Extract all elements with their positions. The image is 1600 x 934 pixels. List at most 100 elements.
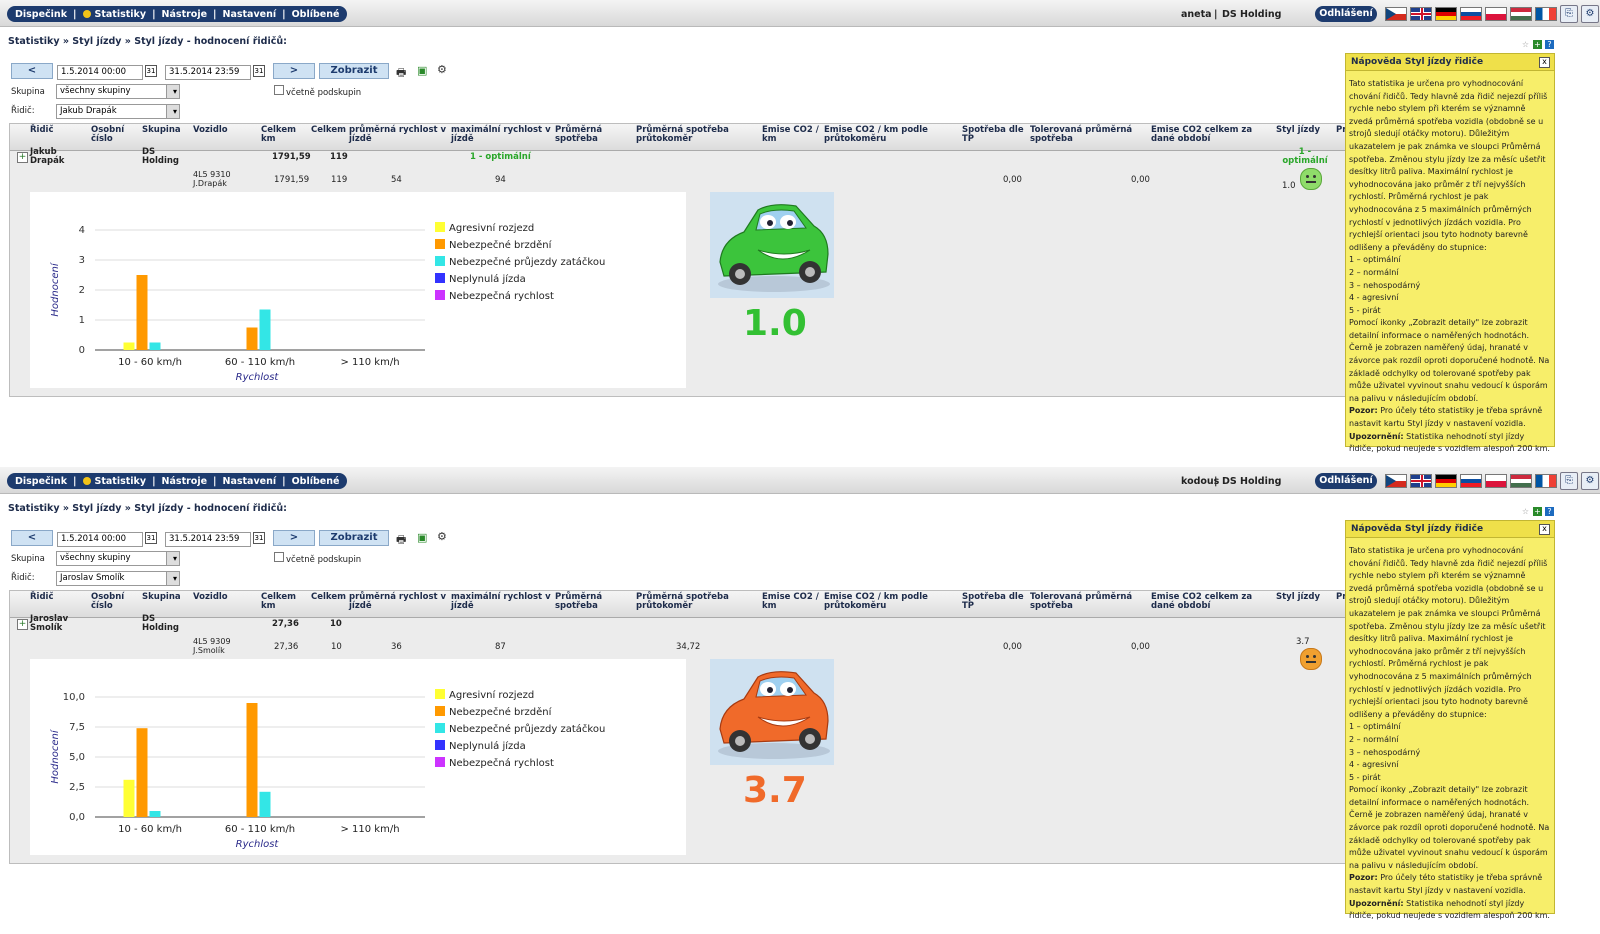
prev-period-button[interactable]: < [11, 63, 53, 79]
next-period-button[interactable]: > [273, 63, 315, 79]
col-spotreba-tp[interactable]: Spotřeba dle TP [962, 126, 1028, 144]
sub-vehicle[interactable]: 4L5 9309 J.Smolík [193, 637, 253, 655]
add-icon[interactable]: + [1533, 507, 1542, 516]
col-emise-celkem[interactable]: Emise CO2 celkem za dané období [1151, 593, 1261, 611]
col-max-rychlost[interactable]: maximální rychlost v jízdě [451, 593, 555, 611]
col-celkem-km[interactable]: Celkem km [261, 126, 305, 144]
driver-select[interactable]: Jaroslav Smolík ▾ [56, 571, 180, 586]
menu-dispecink[interactable]: Dispečink [15, 476, 67, 487]
help-icon[interactable]: ? [1545, 40, 1554, 49]
col-emise-prutokomer[interactable]: Emise CO2 / km podle průtokoměru [824, 126, 944, 144]
flag-fr-icon[interactable] [1535, 7, 1557, 21]
col-spotreba-prutokomer[interactable]: Průměrná spotřeba průtokoměr [636, 126, 756, 144]
subgroups-checkbox[interactable] [274, 85, 284, 95]
flag-de-icon[interactable] [1435, 474, 1457, 488]
row-driver-name[interactable]: Jakub Drapák [30, 148, 80, 166]
user-settings-icon[interactable]: ⚙ [1581, 472, 1599, 490]
calendar-from-icon[interactable]: 31 [145, 65, 157, 77]
calendar-to-icon[interactable]: 31 [253, 65, 265, 77]
expand-row-icon[interactable]: + [17, 619, 28, 630]
col-ridic[interactable]: Řidič [30, 126, 54, 135]
menu-oblibene[interactable]: Oblíbené [292, 476, 340, 487]
flag-hu-icon[interactable] [1510, 7, 1532, 21]
col-ridic[interactable]: Řidič [30, 593, 54, 602]
col-skupina[interactable]: Skupina [142, 593, 181, 602]
flag-fr-icon[interactable] [1535, 474, 1557, 488]
flag-sk-icon[interactable] [1460, 474, 1482, 488]
menu-statistiky[interactable]: Statistiky [82, 476, 146, 487]
col-spotreba-prutokomer[interactable]: Průměrná spotřeba průtokoměr [636, 593, 756, 611]
col-skupina[interactable]: Skupina [142, 126, 181, 135]
col-max-rychlost[interactable]: maximální rychlost v jízdě [451, 126, 555, 144]
sub-vehicle[interactable]: 4L5 9310 J.Drapák [193, 170, 253, 188]
col-celkem[interactable]: Celkem [311, 593, 346, 602]
settings-gear-icon[interactable]: ⚙ [437, 530, 447, 543]
expand-row-icon[interactable]: + [17, 152, 28, 163]
flag-cz-icon[interactable] [1385, 474, 1407, 488]
col-prumerna-spotreba[interactable]: Průměrná spotřeba [555, 126, 625, 144]
calendar-from-icon[interactable]: 31 [145, 532, 157, 544]
menu-nastroje[interactable]: Nástroje [162, 9, 207, 20]
close-icon[interactable]: x [1539, 57, 1550, 68]
date-to-input[interactable]: 31.5.2014 23:59 [165, 532, 251, 547]
flag-de-icon[interactable] [1435, 7, 1457, 21]
logout-button[interactable]: Odhlášení [1315, 473, 1377, 489]
menu-nastroje[interactable]: Nástroje [162, 476, 207, 487]
col-emise-km[interactable]: Emise CO2 / km [762, 593, 822, 611]
star-icon[interactable]: ☆ [1521, 507, 1530, 516]
col-tolerovana-spotreba[interactable]: Tolerovaná průměrná spotřeba [1030, 593, 1140, 611]
col-prumerna-spotreba[interactable]: Průměrná spotřeba [555, 593, 625, 611]
col-prumerna-rychlost[interactable]: průměrná rychlost v jízdě [349, 126, 447, 144]
col-styl-jizdy[interactable]: Styl jízdy [1276, 593, 1324, 602]
show-button[interactable]: Zobrazit [319, 63, 389, 79]
menu-nastaveni[interactable]: Nastavení [223, 9, 277, 20]
add-icon[interactable]: + [1533, 40, 1542, 49]
date-to-input[interactable]: 31.5.2014 23:59 [165, 65, 251, 80]
flag-cz-icon[interactable] [1385, 7, 1407, 21]
close-icon[interactable]: x [1539, 524, 1550, 535]
date-from-input[interactable]: 1.5.2014 00:00 [57, 65, 143, 80]
col-tolerovana-spotreba[interactable]: Tolerovaná průměrná spotřeba [1030, 126, 1140, 144]
prev-period-button[interactable]: < [11, 530, 53, 546]
flag-uk-icon[interactable] [1410, 7, 1432, 21]
group-select[interactable]: všechny skupiny ▾ [56, 84, 180, 99]
col-emise-prutokomer[interactable]: Emise CO2 / km podle průtokoměru [824, 593, 944, 611]
subgroups-checkbox[interactable] [274, 552, 284, 562]
col-celkem-km[interactable]: Celkem km [261, 593, 305, 611]
col-osobni-cislo[interactable]: Osobní číslo [91, 126, 133, 144]
calendar-to-icon[interactable]: 31 [253, 532, 265, 544]
print-icon[interactable]: 🖶 [396, 531, 406, 550]
menu-statistiky[interactable]: Statistiky [82, 9, 146, 20]
flag-pl-icon[interactable] [1485, 7, 1507, 21]
date-from-input[interactable]: 1.5.2014 00:00 [57, 532, 143, 547]
col-vozidlo[interactable]: Vozidlo [193, 126, 228, 135]
excel-export-icon[interactable]: ▣ [417, 64, 427, 77]
menu-dispecink[interactable]: Dispečink [15, 9, 67, 20]
print-icon[interactable]: 🖶 [396, 64, 406, 83]
excel-export-icon[interactable]: ▣ [417, 531, 427, 544]
col-celkem[interactable]: Celkem [311, 126, 346, 135]
export-icon[interactable]: ⎘ [1560, 5, 1578, 23]
flag-hu-icon[interactable] [1510, 474, 1532, 488]
col-prumerna-rychlost[interactable]: průměrná rychlost v jízdě [349, 593, 447, 611]
col-vozidlo[interactable]: Vozidlo [193, 593, 228, 602]
settings-gear-icon[interactable]: ⚙ [437, 63, 447, 76]
col-spotreba-tp[interactable]: Spotřeba dle TP [962, 593, 1028, 611]
driver-select[interactable]: Jakub Drapák ▾ [56, 104, 180, 119]
row-driver-name[interactable]: Jaroslav Smolík [30, 615, 80, 633]
flag-pl-icon[interactable] [1485, 474, 1507, 488]
menu-oblibene[interactable]: Oblíbené [292, 9, 340, 20]
show-button[interactable]: Zobrazit [319, 530, 389, 546]
logout-button[interactable]: Odhlášení [1315, 6, 1377, 22]
flag-sk-icon[interactable] [1460, 7, 1482, 21]
help-icon[interactable]: ? [1545, 507, 1554, 516]
col-osobni-cislo[interactable]: Osobní číslo [91, 593, 133, 611]
group-select[interactable]: všechny skupiny ▾ [56, 551, 180, 566]
next-period-button[interactable]: > [273, 530, 315, 546]
user-settings-icon[interactable]: ⚙ [1581, 5, 1599, 23]
col-emise-km[interactable]: Emise CO2 / km [762, 126, 822, 144]
star-icon[interactable]: ☆ [1521, 40, 1530, 49]
export-icon[interactable]: ⎘ [1560, 472, 1578, 490]
flag-uk-icon[interactable] [1410, 474, 1432, 488]
col-emise-celkem[interactable]: Emise CO2 celkem za dané období [1151, 126, 1261, 144]
